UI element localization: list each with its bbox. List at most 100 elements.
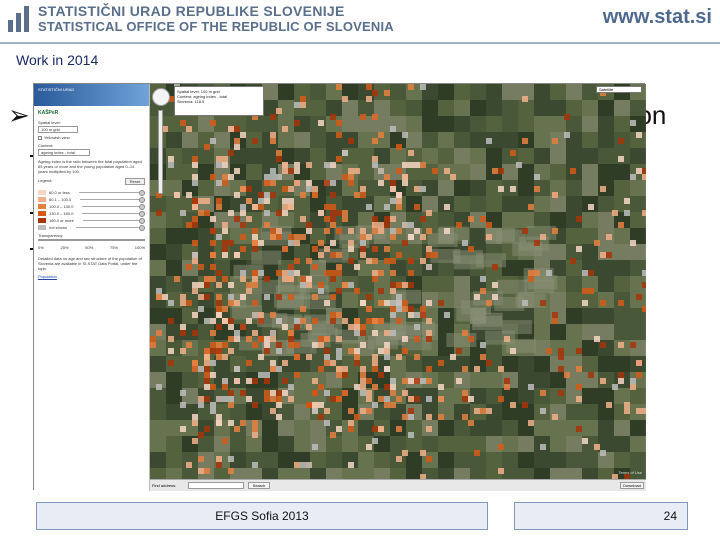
map-tile	[614, 452, 630, 468]
map-tile	[486, 84, 502, 100]
org-name-slovene: STATISTIČNI URAD REPUBLIKE SLOVENIJE	[38, 3, 345, 19]
map-tile	[270, 174, 276, 180]
map-tile	[336, 84, 342, 90]
map-tile	[402, 414, 408, 420]
map-tile	[300, 276, 306, 282]
map-tile	[306, 462, 312, 468]
map-tile	[378, 300, 384, 306]
map-tile	[630, 148, 646, 164]
map-tile	[166, 388, 182, 404]
map-tile	[222, 162, 228, 168]
legend-opacity-slider[interactable]	[80, 197, 145, 203]
map-tile	[300, 192, 306, 198]
map-tile	[546, 348, 552, 354]
map-tile	[210, 216, 216, 222]
map-tile	[636, 372, 642, 378]
map-tile	[474, 366, 480, 372]
map-tile	[372, 228, 378, 234]
legend-opacity-slider[interactable]	[76, 225, 145, 231]
legend-opacity-slider[interactable]	[78, 190, 146, 196]
search-button[interactable]: Search	[248, 482, 270, 489]
map-tile	[534, 240, 540, 246]
map-tile	[228, 150, 234, 156]
pan-control-icon[interactable]	[152, 88, 170, 106]
map-tile	[438, 148, 454, 164]
map-tile	[480, 342, 486, 348]
layer-select[interactable]: Satellite	[596, 86, 642, 93]
population-link[interactable]: Population	[38, 274, 145, 279]
map-tile	[251, 250, 282, 265]
map-tile	[384, 216, 390, 222]
map-tile	[198, 306, 204, 312]
map-tile	[192, 414, 198, 420]
map-tile	[270, 234, 276, 240]
map-tile	[282, 186, 288, 192]
map-tile	[228, 126, 234, 132]
legend-opacity-slider[interactable]	[82, 204, 145, 210]
map-tile	[312, 294, 318, 300]
map-tile	[204, 426, 210, 432]
map-tile	[492, 168, 498, 174]
download-button[interactable]: Download	[620, 482, 644, 489]
map-tile	[576, 366, 582, 372]
map-tile	[502, 116, 518, 132]
satellite-map[interactable]: Spatial level: 100 m grid Content: agein…	[150, 84, 646, 491]
map-tile	[222, 252, 228, 258]
map-tile	[192, 180, 198, 186]
map-tile	[204, 276, 210, 282]
map-tile	[566, 100, 582, 116]
map-tile	[246, 282, 252, 288]
map-tile	[342, 282, 348, 288]
spatial-level-select[interactable]: 100 m grid	[38, 126, 78, 133]
map-tile	[582, 300, 588, 306]
info-box: Spatial level: 100 m grid Content: agein…	[174, 86, 264, 116]
map-tile	[210, 228, 216, 234]
map-tile	[518, 100, 534, 116]
map-tile	[588, 372, 594, 378]
map-tile	[468, 420, 474, 426]
map-tile	[618, 138, 624, 144]
zoom-slider[interactable]	[158, 110, 163, 194]
map-tile	[348, 174, 354, 180]
map-tile	[454, 84, 470, 100]
map-tile	[422, 116, 438, 132]
map-tile	[288, 168, 294, 174]
map-tile	[294, 162, 300, 168]
map-tile	[372, 222, 378, 228]
map-tile	[342, 216, 348, 222]
map-tile	[594, 444, 600, 450]
map-tile	[624, 402, 630, 408]
map-tile	[470, 100, 486, 116]
map-tile	[414, 186, 420, 192]
map-tile	[470, 132, 486, 148]
transparency-slider[interactable]	[38, 239, 145, 241]
map-tile	[150, 228, 166, 244]
map-tile	[582, 164, 598, 180]
legend-opacity-slider[interactable]	[82, 211, 145, 217]
content-select[interactable]: ageing index - total	[38, 149, 90, 156]
map-tile	[360, 342, 366, 348]
terms-link[interactable]: Terms of Use	[618, 470, 642, 475]
map-tile	[264, 378, 270, 384]
map-tile	[294, 132, 310, 148]
reset-button[interactable]: Reset	[125, 178, 145, 185]
map-tile	[476, 253, 507, 268]
map-tile	[366, 378, 372, 384]
map-tile	[384, 366, 390, 372]
map-tile	[276, 294, 282, 300]
yellowish-checkbox[interactable]: Yellowish view	[38, 135, 145, 140]
legend-opacity-slider[interactable]	[82, 218, 146, 224]
map-tile	[588, 204, 594, 210]
map-tile	[372, 330, 378, 336]
map-tile	[450, 174, 456, 180]
map-tile	[192, 216, 198, 222]
map-tile	[402, 162, 408, 168]
map-tile	[216, 456, 222, 462]
map-tile	[336, 354, 342, 360]
map-tile	[630, 324, 646, 340]
map-tile	[390, 180, 396, 186]
map-tile	[150, 342, 156, 348]
map-tile	[432, 252, 438, 258]
address-input[interactable]	[188, 482, 244, 489]
map-tile	[318, 414, 324, 420]
